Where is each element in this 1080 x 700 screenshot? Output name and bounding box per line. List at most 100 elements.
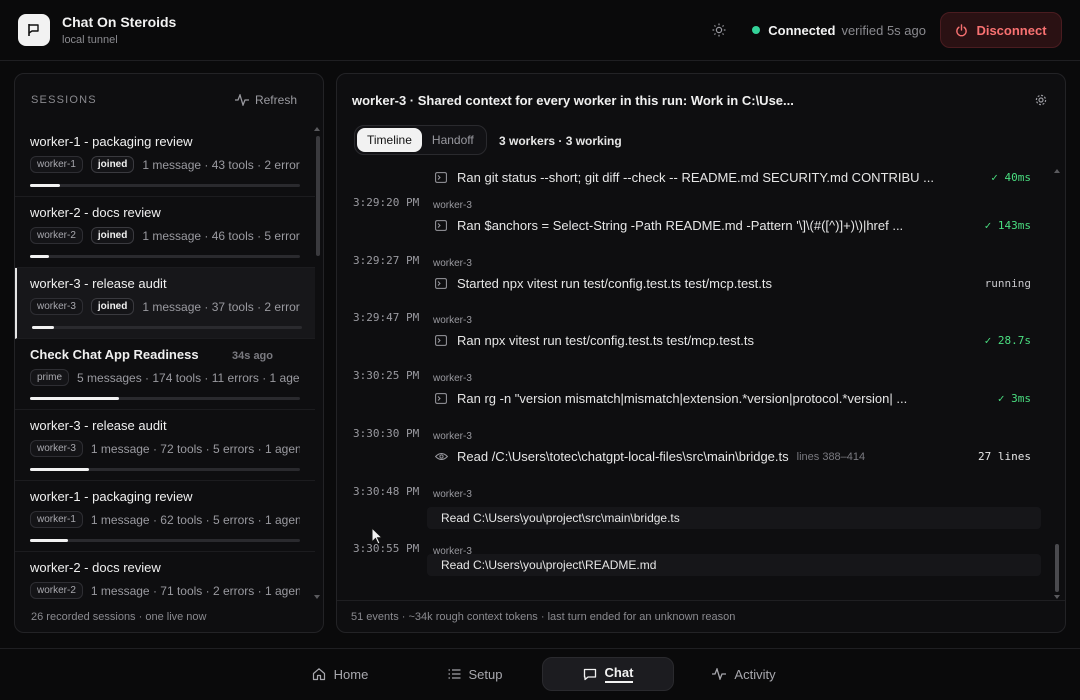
refresh-button[interactable]: Refresh bbox=[234, 93, 297, 107]
bottom-nav: Home Setup Chat Activity bbox=[0, 648, 1080, 700]
event-text: Ran npx vitest run test/config.test.ts t… bbox=[457, 333, 754, 348]
event-worker: worker-3 bbox=[433, 431, 472, 442]
sessions-scroll-up[interactable] bbox=[314, 127, 320, 131]
sessions-title: SESSIONS bbox=[31, 94, 97, 106]
app-logo bbox=[18, 14, 50, 46]
session-list: worker-1 - packaging review worker-1 joi… bbox=[15, 126, 315, 604]
session-progress bbox=[30, 468, 300, 471]
chat-title: worker-3 · Shared context for every work… bbox=[352, 93, 794, 108]
list-icon bbox=[448, 669, 460, 679]
app-header: Chat On Steroids local tunnel Connected … bbox=[0, 0, 1080, 61]
session-item[interactable]: Check Chat App Readiness 34s ago prime 5 … bbox=[15, 339, 315, 410]
terminal-icon bbox=[435, 172, 447, 183]
sessions-footer: 26 recorded sessions · one live now bbox=[31, 611, 207, 623]
session-item[interactable]: worker-1 - packaging review worker-1 1 m… bbox=[15, 481, 315, 552]
connection-status: Connected bbox=[768, 22, 836, 38]
nav-home[interactable]: Home bbox=[300, 657, 380, 691]
tab-timeline[interactable]: Timeline bbox=[357, 128, 422, 152]
session-ago: 34s ago bbox=[232, 350, 273, 362]
session-chip: worker-2 bbox=[30, 582, 83, 599]
tab-handoff[interactable]: Handoff bbox=[422, 128, 484, 152]
sun-icon bbox=[712, 23, 726, 37]
session-name: worker-2 - docs review bbox=[30, 205, 161, 220]
theme-toggle-button[interactable] bbox=[708, 19, 730, 41]
session-name: worker-2 - docs review bbox=[30, 560, 161, 575]
event-text: Read /C:\Users\totec\chatgpt-local-files… bbox=[457, 449, 789, 464]
gear-icon bbox=[1035, 94, 1047, 106]
session-name: worker-1 - packaging review bbox=[30, 134, 193, 149]
session-item[interactable]: worker-2 - docs review worker-2 1 messag… bbox=[15, 552, 315, 604]
event-time: 3:30:25 PM bbox=[353, 369, 420, 382]
event-time: 3:30:30 PM bbox=[353, 427, 420, 440]
terminal-icon bbox=[435, 278, 447, 289]
sessions-scroll-down[interactable] bbox=[314, 595, 320, 599]
timeline-scroll-up[interactable] bbox=[1054, 169, 1060, 173]
nav-setup[interactable]: Setup bbox=[434, 657, 516, 691]
chat-footer: 51 events · ~34k rough context tokens · … bbox=[337, 600, 1065, 632]
session-name: worker-3 - release audit bbox=[30, 276, 167, 291]
event-duration: ✓ 143ms bbox=[984, 219, 1031, 232]
event-worker: worker-3 bbox=[433, 373, 472, 384]
settings-button[interactable] bbox=[1035, 94, 1047, 109]
session-chip: worker-3 bbox=[30, 298, 83, 315]
joined-badge: joined bbox=[90, 227, 135, 244]
session-progress bbox=[30, 397, 300, 400]
event-tooltip: Read C:\Users\you\project\README.md bbox=[427, 554, 1041, 576]
event-time: 3:29:27 PM bbox=[353, 254, 420, 267]
session-meta: 1 message · 71 tools · 2 errors · 1 agen… bbox=[90, 583, 300, 598]
event-hint: lines 388–414 bbox=[796, 450, 866, 463]
session-item[interactable]: worker-3 - release audit worker-3 1 mess… bbox=[15, 410, 315, 481]
event-time: 3:30:55 PM bbox=[353, 542, 420, 555]
session-meta: 5 messages · 174 tools · 11 errors · 1 a… bbox=[77, 370, 300, 385]
nav-activity[interactable]: Activity bbox=[702, 657, 786, 691]
refresh-label: Refresh bbox=[254, 93, 297, 107]
event-time: 3:29:20 PM bbox=[353, 196, 420, 209]
eye-icon bbox=[435, 453, 448, 460]
event-text: Ran rg -n "version mismatch|mismatch|ext… bbox=[457, 391, 908, 406]
mouse-cursor-icon bbox=[371, 527, 383, 545]
session-progress bbox=[30, 539, 300, 542]
session-meta: 1 message · 37 tools · 2 errors ... bbox=[142, 299, 300, 314]
nav-label: Activity bbox=[734, 666, 776, 682]
event-time: 3:29:47 PM bbox=[353, 311, 420, 324]
session-item[interactable]: worker-2 - docs review worker-2 joined 1… bbox=[15, 197, 315, 268]
session-chip: prime bbox=[30, 369, 70, 386]
session-item[interactable]: worker-1 - packaging review worker-1 joi… bbox=[15, 126, 315, 197]
timeline-scrollbar[interactable] bbox=[1055, 544, 1059, 592]
session-progress bbox=[32, 326, 302, 329]
activity-icon bbox=[712, 668, 727, 680]
nav-label: Home bbox=[333, 666, 369, 682]
nav-chat[interactable]: Chat bbox=[542, 657, 674, 691]
chat-tabs: Timeline Handoff bbox=[354, 125, 487, 155]
session-meta: 1 message · 62 tools · 5 errors · 1 agen… bbox=[90, 512, 300, 527]
session-meta: 1 message · 43 tools · 2 errors ·... bbox=[142, 157, 300, 172]
event-duration: ✓ 28.7s bbox=[984, 334, 1031, 347]
session-chip: worker-3 bbox=[30, 440, 83, 457]
session-chip: worker-2 bbox=[30, 227, 83, 244]
app-title: Chat On Steroids bbox=[62, 14, 177, 30]
terminal-icon bbox=[435, 220, 447, 231]
event-duration: 27 lines bbox=[978, 450, 1031, 463]
home-icon bbox=[312, 668, 325, 681]
event-worker: worker-3 bbox=[433, 258, 472, 269]
chat-icon bbox=[583, 668, 596, 680]
status-dot bbox=[752, 26, 761, 34]
timeline: Ran git status --short; git diff --check… bbox=[337, 162, 1057, 598]
session-chip: worker-1 bbox=[30, 511, 83, 528]
event-duration: running bbox=[984, 277, 1031, 290]
chat-flag-icon bbox=[28, 24, 39, 36]
timeline-scroll-down[interactable] bbox=[1054, 595, 1060, 599]
session-name: Check Chat App Readiness bbox=[30, 347, 199, 362]
app-subtitle: local tunnel bbox=[62, 34, 118, 46]
connection-verified: verified 5s ago bbox=[841, 22, 926, 38]
event-text: Started npx vitest run test/config.test.… bbox=[457, 276, 773, 291]
session-item-active[interactable]: worker-3 - release audit worker-3 joined… bbox=[15, 268, 315, 339]
event-text: Ran git status --short; git diff --check… bbox=[457, 170, 935, 185]
sessions-scrollbar[interactable] bbox=[316, 136, 320, 256]
terminal-icon bbox=[435, 335, 447, 346]
disconnect-button[interactable]: Disconnect bbox=[940, 12, 1062, 48]
session-meta: 1 message · 46 tools · 5 errors ... bbox=[142, 228, 300, 243]
event-worker: worker-3 bbox=[433, 315, 472, 326]
sessions-panel: SESSIONS Refresh worker-1 - packaging re… bbox=[14, 73, 324, 633]
session-name: worker-3 - release audit bbox=[30, 418, 167, 433]
